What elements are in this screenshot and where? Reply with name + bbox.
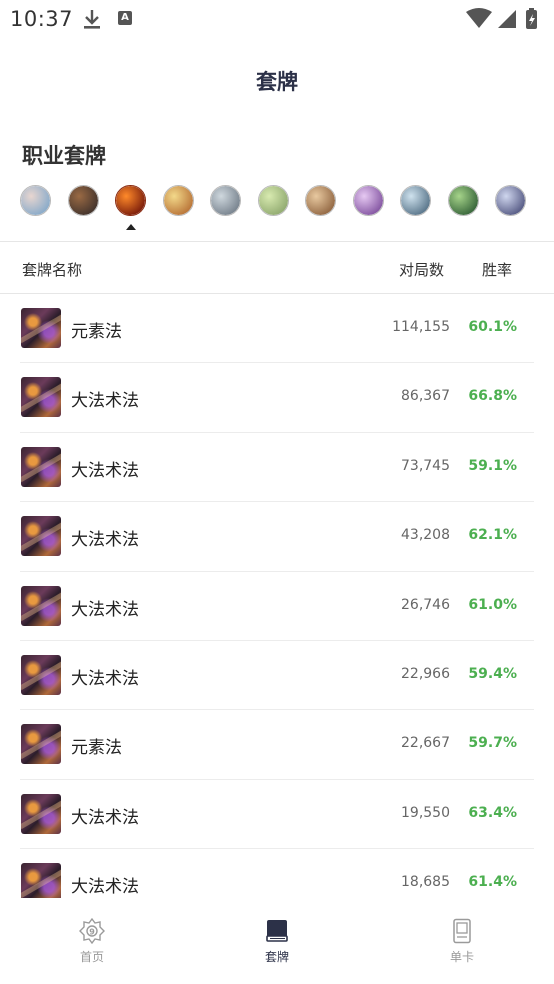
class-icon-8[interactable] — [352, 185, 384, 216]
deck-list: 元素法 114,155 60.1% 大法术法 86,367 66.8% 大法术法 73,745… — [0, 294, 554, 898]
column-header-winrate[interactable]: 胜率 — [482, 259, 512, 280]
class-portrait-icon — [306, 186, 335, 215]
nav-decks-label: 套牌 — [264, 950, 289, 964]
deck-thumbnail — [21, 724, 61, 765]
deck-row[interactable]: 元素法 22,667 59.7% — [20, 710, 534, 780]
class-icon-2[interactable] — [67, 185, 99, 216]
nav-decks[interactable]: 套牌 — [227, 918, 327, 974]
bottom-navigation: 9 首页 套牌 单卡 — [0, 898, 554, 984]
deck-games: 73,745 — [401, 457, 450, 474]
class-icon-11[interactable] — [495, 185, 526, 216]
deck-winrate: 63.4% — [468, 804, 517, 821]
deck-row[interactable]: 大法术法 18,685 61.4% — [20, 849, 534, 898]
deck-games: 26,746 — [401, 596, 450, 613]
nav-cards-label: 单卡 — [449, 950, 474, 964]
app-notification-icon: A — [118, 11, 132, 25]
deck-name: 元素法 — [71, 738, 122, 759]
deck-name: 大法术法 — [71, 877, 139, 898]
deck-name: 元素法 — [71, 322, 122, 342]
system-status-icons — [466, 8, 537, 29]
deck-winrate: 61.4% — [468, 874, 517, 891]
class-portrait-icon — [68, 186, 98, 215]
class-icon-1[interactable] — [20, 185, 51, 216]
deck-games: 114,155 — [392, 319, 450, 335]
class-icon-10[interactable] — [447, 185, 479, 216]
class-icon-4[interactable] — [162, 185, 194, 216]
class-icon-3[interactable] — [115, 185, 146, 216]
class-portrait-icon — [211, 186, 240, 215]
class-portrait-icon — [116, 186, 145, 215]
deck-row[interactable]: 大法术法 22,966 59.4% — [20, 641, 534, 711]
deck-winrate: 61.0% — [468, 596, 517, 613]
signal-icon — [498, 10, 516, 28]
deck-winrate: 59.1% — [468, 457, 517, 474]
deck-name: 大法术法 — [71, 530, 139, 551]
deck-winrate: 60.1% — [468, 319, 517, 335]
class-portrait-icon — [353, 186, 383, 215]
class-icon-7[interactable] — [305, 185, 336, 216]
column-header-deck-name: 套牌名称 — [22, 261, 83, 279]
svg-text:9: 9 — [89, 928, 95, 937]
nav-home-label: 首页 — [79, 950, 104, 964]
class-selector — [20, 185, 536, 221]
deck-row[interactable]: 大法术法 19,550 63.4% — [20, 780, 534, 850]
deck-games: 22,966 — [401, 665, 450, 682]
wifi-icon — [466, 8, 492, 28]
section-title: 职业套牌 — [22, 144, 106, 168]
deck-winrate: 59.7% — [468, 735, 517, 752]
active-class-indicator — [126, 224, 136, 230]
card-icon — [453, 918, 471, 944]
home-icon: 9 — [79, 918, 105, 944]
deck-winrate: 59.4% — [468, 665, 517, 682]
deck-thumbnail — [21, 377, 61, 418]
class-portrait-icon — [401, 186, 430, 215]
deck-thumbnail — [21, 516, 61, 557]
deck-games: 18,685 — [401, 874, 450, 891]
class-icon-6[interactable] — [257, 185, 289, 216]
deck-games: 43,208 — [401, 527, 450, 544]
class-icon-5[interactable] — [210, 185, 241, 216]
deck-games: 86,367 — [401, 388, 450, 405]
class-portrait-icon — [163, 186, 193, 215]
deck-name: 大法术法 — [71, 460, 139, 481]
class-icon-9[interactable] — [400, 185, 431, 216]
download-icon — [84, 10, 100, 29]
deck-name: 大法术法 — [71, 668, 139, 689]
status-bar: 10:37 A — [0, 0, 554, 36]
deck-thumbnail — [21, 308, 61, 348]
class-portrait-icon — [258, 186, 288, 215]
deck-name: 大法术法 — [71, 391, 139, 412]
nav-home[interactable]: 9 首页 — [42, 918, 142, 974]
deck-thumbnail — [21, 654, 61, 695]
nav-cards[interactable]: 单卡 — [412, 918, 512, 974]
deck-winrate: 62.1% — [468, 527, 517, 544]
class-portrait-icon — [21, 186, 50, 215]
deck-thumbnail — [21, 446, 61, 487]
deck-row[interactable]: 大法术法 43,208 62.1% — [20, 502, 534, 572]
deck-row[interactable]: 大法术法 26,746 61.0% — [20, 572, 534, 641]
deck-winrate: 66.8% — [468, 388, 517, 405]
deck-games: 19,550 — [401, 804, 450, 821]
book-icon — [266, 920, 288, 942]
page-title: 套牌 — [256, 70, 298, 94]
deck-games: 22,667 — [401, 735, 450, 752]
deck-thumbnail — [21, 585, 61, 626]
deck-row[interactable]: 大法术法 86,367 66.8% — [20, 363, 534, 433]
deck-name: 大法术法 — [71, 807, 139, 828]
table-header: 套牌名称 对局数 胜率 — [0, 242, 554, 293]
deck-thumbnail — [21, 793, 61, 834]
deck-name: 大法术法 — [71, 599, 139, 620]
class-portrait-icon — [448, 186, 478, 215]
column-header-games[interactable]: 对局数 — [399, 259, 444, 280]
class-portrait-icon — [496, 186, 525, 215]
deck-row[interactable]: 大法术法 73,745 59.1% — [20, 433, 534, 503]
deck-thumbnail — [21, 863, 61, 898]
deck-row[interactable]: 元素法 114,155 60.1% — [20, 294, 534, 364]
status-time: 10:37 — [10, 7, 74, 31]
